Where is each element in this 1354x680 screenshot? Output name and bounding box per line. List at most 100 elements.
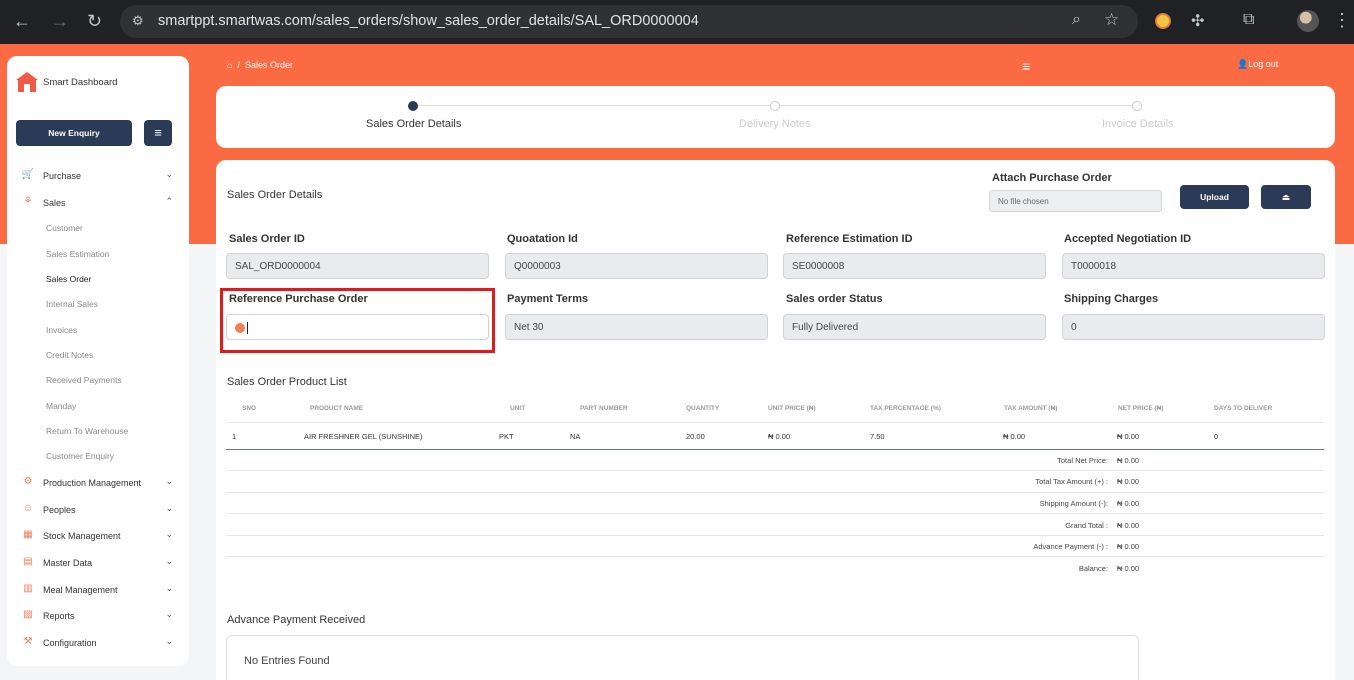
payment-terms-field[interactable]: Net 30: [505, 314, 768, 340]
brand-name: Smart Dashboard: [43, 76, 118, 88]
hamburger-menu-icon[interactable]: ≡: [1022, 58, 1030, 74]
text-caret: [247, 322, 248, 334]
chevron-down-icon: ⌄: [165, 529, 173, 539]
bookmark-star-icon[interactable]: ☆: [1104, 10, 1119, 30]
no-entries-text: No Entries Found: [244, 655, 330, 667]
sales-order-status-field[interactable]: Fully Delivered: [783, 314, 1046, 340]
sidebar-subitem-internal-sales[interactable]: Internal Sales: [46, 299, 98, 309]
table-bottom-border: [226, 449, 1324, 450]
summary-value: ₦ 0.00: [1117, 499, 1140, 508]
download-button[interactable]: ⏏: [1261, 185, 1311, 209]
quotation-id-field[interactable]: Q0000003: [505, 253, 768, 279]
cart-icon: 🛒: [21, 169, 35, 180]
sidebar-subitem-credit-notes[interactable]: Credit Notes: [46, 350, 93, 360]
new-enquiry-button[interactable]: New Enquiry: [16, 120, 132, 146]
sidebar-item-sales[interactable]: ⚘ Sales ⌃: [21, 196, 181, 212]
factory-icon: ⚙: [23, 476, 33, 487]
logout-link[interactable]: 👤Log out: [1237, 59, 1278, 70]
address-bar[interactable]: ⚙ smartppt.smartwas.com/sales_orders/sho…: [120, 5, 1138, 38]
browser-menu-icon[interactable]: ⋮: [1333, 10, 1351, 31]
summary-label: Advance Payment (-) :: [1033, 542, 1108, 551]
step-dot: [1132, 101, 1142, 111]
main-card: Sales Order Details Attach Purchase Orde…: [216, 160, 1335, 680]
sidebar-subitem-sales-estimation[interactable]: Sales Estimation: [46, 249, 109, 259]
extensions-puzzle-icon[interactable]: ✣: [1191, 11, 1204, 31]
cell-tax-percentage: 7.50: [870, 432, 885, 441]
sidebar-subitem-return-to-warehouse[interactable]: Return To Warehouse: [46, 426, 128, 436]
breadcrumb-current: Sales Order: [244, 60, 293, 70]
sales-icon: ⚘: [23, 196, 33, 207]
sidebar-subitem-customer-enquiry[interactable]: Customer Enquiry: [46, 451, 114, 461]
extension-icon[interactable]: [1155, 13, 1171, 29]
sidebar-subitem-customer[interactable]: Customer: [46, 223, 83, 233]
stock-icon: ▦: [23, 529, 33, 540]
step-connector: [775, 105, 1137, 106]
table-header-product-name: PRODUCT NAME: [310, 405, 364, 412]
summary-label: Shipping Amount (-):: [1039, 499, 1108, 508]
table-header-days-to-deliver: DAYS TO DELIVER: [1214, 405, 1273, 412]
dashboard-logo-icon: [16, 72, 38, 92]
breadcrumb: ⌂ / Sales Order: [227, 60, 293, 70]
sales-order-id-field[interactable]: SAL_ORD0000004: [226, 253, 489, 279]
shipping-charges-field[interactable]: 0: [1062, 314, 1325, 340]
database-icon: ▤: [23, 556, 33, 567]
reference-purchase-order-input[interactable]: [226, 314, 489, 340]
step-dot: [770, 101, 780, 111]
sidebar-item-peoples[interactable]: ☺ Peoples ⌄: [21, 503, 181, 519]
cell-part-number: NA: [570, 432, 581, 441]
sidebar-subitem-sales-order[interactable]: Sales Order: [46, 274, 91, 284]
config-icon: ⚒: [23, 636, 33, 647]
site-info-icon[interactable]: ⚙: [132, 13, 144, 29]
chevron-up-icon: ⌃: [165, 196, 173, 206]
step-connector: [413, 105, 775, 106]
sales-order-id-label: Sales Order ID: [229, 233, 305, 245]
cell-sno: 1: [232, 432, 237, 441]
sidebar-item-stock-management[interactable]: ▦ Stock Management ⌄: [21, 529, 181, 545]
sidebar-subitem-invoices[interactable]: Invoices: [46, 325, 77, 335]
table-header-part-number: PART NUMBER: [580, 405, 628, 412]
product-list-title: Sales Order Product List: [227, 376, 347, 388]
chevron-down-icon: ⌄: [165, 476, 173, 486]
zoom-icon[interactable]: ⌕: [1072, 11, 1081, 29]
reload-icon[interactable]: ↻: [87, 11, 102, 31]
step-delivery-notes[interactable]: Delivery Notes: [739, 118, 811, 130]
forward-arrow-icon[interactable]: →: [51, 11, 69, 31]
sidebar-item-purchase[interactable]: 🛒 Purchase ⌄: [21, 169, 181, 185]
summary-value: ₦ 0.00: [1117, 542, 1140, 551]
chevron-down-icon: ⌄: [165, 636, 173, 646]
table-header-unit: UNIT: [510, 405, 526, 412]
upload-button[interactable]: Upload: [1180, 185, 1249, 209]
summary-divider: [226, 470, 1324, 471]
sidebar-toggle-button[interactable]: ≡: [144, 120, 172, 146]
sidebar-item-reports[interactable]: ▨ Reports ⌄: [21, 609, 181, 625]
sidebar-item-master-data[interactable]: ▤ Master Data ⌄: [21, 556, 181, 572]
brand[interactable]: Smart Dashboard: [16, 72, 117, 92]
file-input[interactable]: No file chosen: [989, 190, 1162, 212]
step-sales-order-details[interactable]: Sales Order Details: [366, 118, 461, 130]
emoji-icon: [235, 323, 245, 333]
back-arrow-icon[interactable]: ←: [13, 11, 31, 31]
advance-payment-title: Advance Payment Received: [227, 614, 366, 626]
summary-value: ₦ 0.00: [1117, 456, 1140, 465]
cell-days-to-deliver: 0: [1214, 432, 1219, 441]
cell-product-name: AIR FRESHNER GEL (SUNSHINE): [304, 432, 423, 441]
home-icon[interactable]: ⌂: [227, 60, 232, 70]
profile-avatar[interactable]: [1297, 10, 1319, 32]
table-header-tax-amount: TAX AMOUNT (₦): [1004, 405, 1058, 412]
reference-estimation-id-label: Reference Estimation ID: [786, 233, 913, 245]
chevron-down-icon: ⌄: [165, 609, 173, 619]
sidebar-subitem-received-payments[interactable]: Received Payments: [46, 375, 122, 385]
tab-search-icon[interactable]: ⧉: [1243, 11, 1254, 29]
summary-value: ₦ 0.00: [1117, 521, 1140, 530]
table-header-sno: SNO: [242, 405, 257, 412]
sidebar-item-production-management[interactable]: ⚙ Production Management ⌄: [21, 476, 181, 492]
step-invoice-details[interactable]: Invoice Details: [1102, 118, 1174, 130]
accepted-negotiation-id-field[interactable]: T0000018: [1062, 253, 1325, 279]
table-divider: [226, 422, 1324, 423]
summary-value: ₦ 0.00: [1117, 564, 1140, 573]
reference-estimation-id-field[interactable]: SE0000008: [783, 253, 1046, 279]
sidebar-item-configuration[interactable]: ⚒ Configuration ⌄: [21, 636, 181, 652]
url-text[interactable]: smartppt.smartwas.com/sales_orders/show_…: [158, 13, 699, 29]
sidebar-subitem-manday[interactable]: Manday: [46, 401, 76, 411]
sidebar-item-meal-management[interactable]: ▥ Meal Management ⌄: [21, 583, 181, 599]
